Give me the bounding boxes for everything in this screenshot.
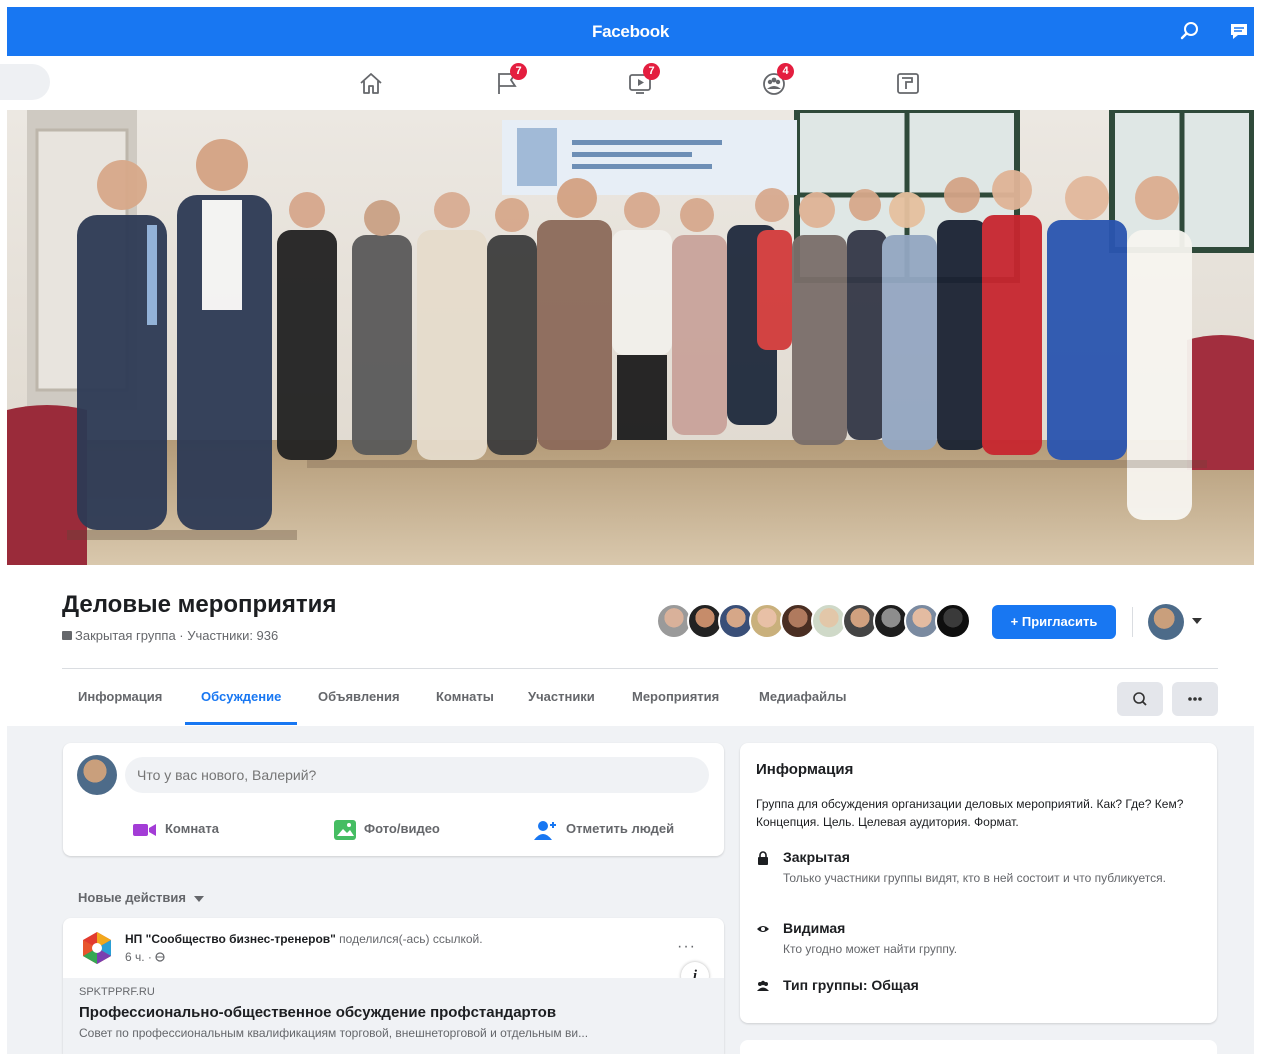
notification-badge: 7 [510, 63, 527, 80]
more-icon [1188, 697, 1202, 701]
post-time[interactable]: 6 ч. · [125, 950, 165, 964]
tab-info[interactable]: Информация [78, 669, 162, 725]
messenger-icon[interactable] [1228, 20, 1250, 42]
shared-text: поделился(-ась) ссылкой. [335, 932, 483, 946]
tab-announcements[interactable]: Объявления [318, 669, 400, 725]
photo-video-label: Фото/видео [364, 821, 440, 836]
author-name[interactable]: НП "Сообщество бизнес-тренеров" [125, 932, 336, 946]
more-options-button[interactable] [1172, 682, 1218, 716]
sort-label: Новые действия [78, 890, 186, 905]
tab-rooms[interactable]: Комнаты [436, 669, 494, 725]
group-title: Деловые мероприятия [62, 591, 337, 618]
eye-icon [757, 926, 769, 932]
room-label: Комната [165, 821, 219, 836]
privacy-title: Закрытая [783, 849, 850, 865]
notification-badge: 7 [643, 63, 660, 80]
divider [1132, 607, 1133, 637]
info-heading: Информация [756, 761, 854, 778]
nav-groups[interactable]: 4 [760, 63, 794, 97]
tag-people-button[interactable]: Отметить людей [534, 817, 674, 841]
cover-photo[interactable] [7, 110, 1254, 565]
link-domain: SPKTPPRF.RU [79, 986, 155, 998]
feed-post: НП "Сообщество бизнес-тренеров" поделилс… [63, 918, 724, 1054]
gaming-icon [897, 73, 919, 94]
room-button[interactable]: Комната [133, 817, 219, 841]
group-meta: Закрытая группа · Участники: 936 [62, 628, 278, 643]
chevron-down-icon [193, 895, 204, 902]
tab-events[interactable]: Мероприятия [632, 669, 719, 725]
profile-menu-button[interactable] [1148, 602, 1204, 642]
avatar [1148, 604, 1184, 640]
group-info-card: Информация Группа для обсуждения организ… [740, 743, 1217, 1023]
post-options-button[interactable]: ··· [677, 938, 696, 956]
group-description: Группа для обсуждения организации деловы… [756, 797, 1184, 829]
chevron-down-icon [1192, 618, 1202, 624]
nav-watch[interactable]: 7 [626, 63, 660, 97]
invite-button[interactable]: + Пригласить [992, 605, 1116, 639]
nav-pages[interactable]: 7 [493, 63, 527, 97]
search-icon [1133, 692, 1147, 706]
search-field-stub[interactable] [0, 64, 50, 100]
photo-video-button[interactable]: Фото/видео [334, 817, 440, 841]
post-author[interactable]: НП "Сообщество бизнес-тренеров" поделилс… [125, 932, 483, 946]
app-title: Facebook [592, 22, 669, 41]
tab-media[interactable]: Медиафайлы [759, 669, 847, 725]
visibility-title: Видимая [783, 920, 846, 936]
next-sidebar-card [740, 1040, 1217, 1054]
avatar [77, 755, 117, 795]
tab-members[interactable]: Участники [528, 669, 595, 725]
nav-gaming[interactable] [893, 69, 923, 97]
link-description: Совет по профессиональным квалификациям … [79, 1026, 589, 1040]
lock-icon [758, 851, 768, 865]
post-time-text: 6 ч. · [125, 950, 156, 964]
group-search-button[interactable] [1117, 682, 1163, 716]
group-meta-text: Закрытая группа · Участники: 936 [75, 628, 279, 643]
nav-bar: 7 7 4 [0, 56, 1261, 110]
notification-badge: 4 [777, 63, 794, 80]
home-icon [360, 73, 382, 94]
group-type-title: Тип группы: Общая [783, 977, 919, 993]
lock-icon [62, 631, 72, 640]
avatar[interactable] [935, 603, 971, 639]
post-composer: Комната Фото/видео Отметить людей [63, 743, 724, 856]
privacy-subtitle: Только участники группы видят, кто в ней… [783, 871, 1166, 885]
group-header: Деловые мероприятия Закрытая группа · Уч… [0, 565, 1261, 725]
visibility-subtitle: Кто угодно может найти группу. [783, 942, 958, 956]
photo-icon [334, 819, 356, 840]
composer-input[interactable] [125, 757, 709, 793]
group-photo-image [7, 110, 1254, 565]
link-preview[interactable]: SPKTPPRF.RU Профессионально-общественное… [63, 978, 724, 1054]
video-room-icon [133, 823, 156, 836]
sort-dropdown[interactable]: Новые действия [78, 890, 204, 905]
link-title[interactable]: Профессионально-общественное обсуждение … [79, 1004, 556, 1021]
nav-home[interactable] [356, 69, 386, 97]
tag-people-label: Отметить людей [566, 821, 675, 836]
tab-discussion[interactable]: Обсуждение [184, 669, 298, 725]
page-logo[interactable] [79, 930, 115, 966]
group-type-icon [757, 980, 769, 991]
tag-people-icon [534, 820, 556, 840]
search-icon[interactable] [1179, 20, 1201, 42]
top-app-bar: Facebook [7, 7, 1254, 56]
globe-icon [155, 952, 165, 962]
